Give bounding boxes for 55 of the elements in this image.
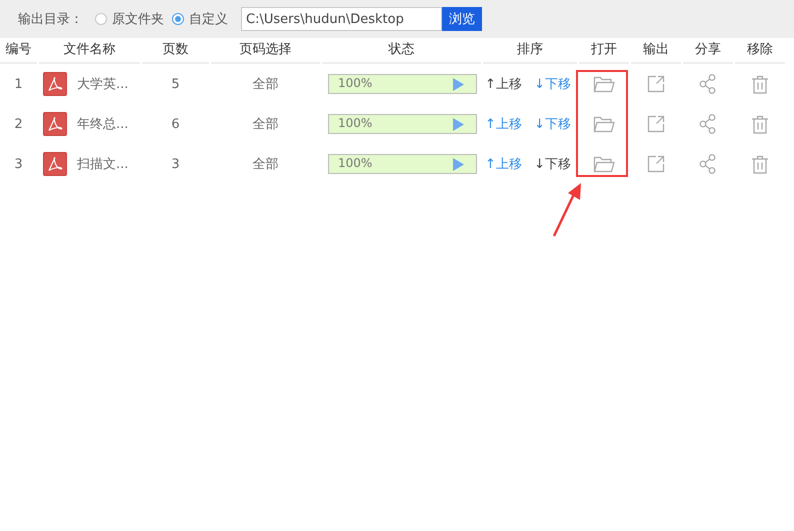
column-header: 文件名称: [39, 40, 140, 64]
pdf-icon: [43, 112, 67, 136]
page-count: 6: [170, 116, 181, 132]
share-icon[interactable]: [699, 74, 717, 94]
column-header: 打开: [579, 40, 629, 64]
folder-icon[interactable]: [593, 75, 615, 93]
column-header: 状态: [322, 40, 481, 64]
folder-icon[interactable]: [593, 155, 615, 173]
annotation-arrow: [552, 183, 581, 237]
page-count: 5: [170, 76, 181, 92]
page-range[interactable]: 全部: [211, 75, 320, 93]
column-header: 移除: [735, 40, 785, 64]
move-up-button[interactable]: ↑上移: [485, 155, 522, 173]
row-number: 2: [13, 116, 24, 132]
path-field[interactable]: C:\Users\hudun\Desktop: [241, 7, 442, 31]
progress-reading: 100%: [338, 156, 372, 170]
share-icon[interactable]: [699, 154, 717, 174]
move-up-button[interactable]: ↑上移: [485, 115, 522, 133]
trash-icon[interactable]: [751, 74, 769, 94]
pdf-icon: [43, 152, 67, 176]
column-header: 页码选择: [211, 40, 320, 64]
output-dir-label: 输出目录：: [18, 11, 83, 28]
file-name: 扫描文...: [77, 156, 128, 173]
play-icon[interactable]: [453, 118, 464, 131]
page-count: 3: [170, 156, 181, 172]
radio-label[interactable]: 原文件夹: [112, 10, 164, 28]
play-icon[interactable]: [453, 78, 464, 91]
export-icon[interactable]: [647, 155, 665, 173]
trash-icon[interactable]: [751, 154, 769, 174]
pdf-icon: [43, 72, 67, 96]
export-icon[interactable]: [647, 115, 665, 133]
page-range[interactable]: 全部: [211, 115, 320, 133]
radio-button[interactable]: [172, 13, 184, 25]
trash-icon[interactable]: [751, 114, 769, 134]
progress-reading: 100%: [338, 116, 372, 130]
column-header: 编号: [0, 40, 37, 64]
move-down-button[interactable]: ↓下移: [534, 115, 571, 133]
progress-reading: 100%: [338, 76, 372, 90]
move-down-button[interactable]: ↓下移: [534, 75, 571, 93]
column-header: 页数: [142, 40, 209, 64]
file-name: 年终总...: [77, 116, 128, 133]
file-name: 大学英...: [77, 76, 128, 93]
column-header: 排序: [483, 40, 577, 64]
row-number: 3: [13, 156, 24, 172]
column-header: 分享: [683, 40, 733, 64]
folder-icon[interactable]: [593, 115, 615, 133]
radio-button[interactable]: [95, 13, 107, 25]
row-number: 1: [13, 76, 24, 92]
browse-button[interactable]: 浏览: [442, 7, 482, 31]
column-header: 输出: [631, 40, 681, 64]
radio-label[interactable]: 自定义: [189, 10, 228, 28]
play-icon[interactable]: [453, 158, 464, 171]
share-icon[interactable]: [699, 114, 717, 134]
page-range[interactable]: 全部: [211, 155, 320, 173]
export-icon[interactable]: [647, 75, 665, 93]
